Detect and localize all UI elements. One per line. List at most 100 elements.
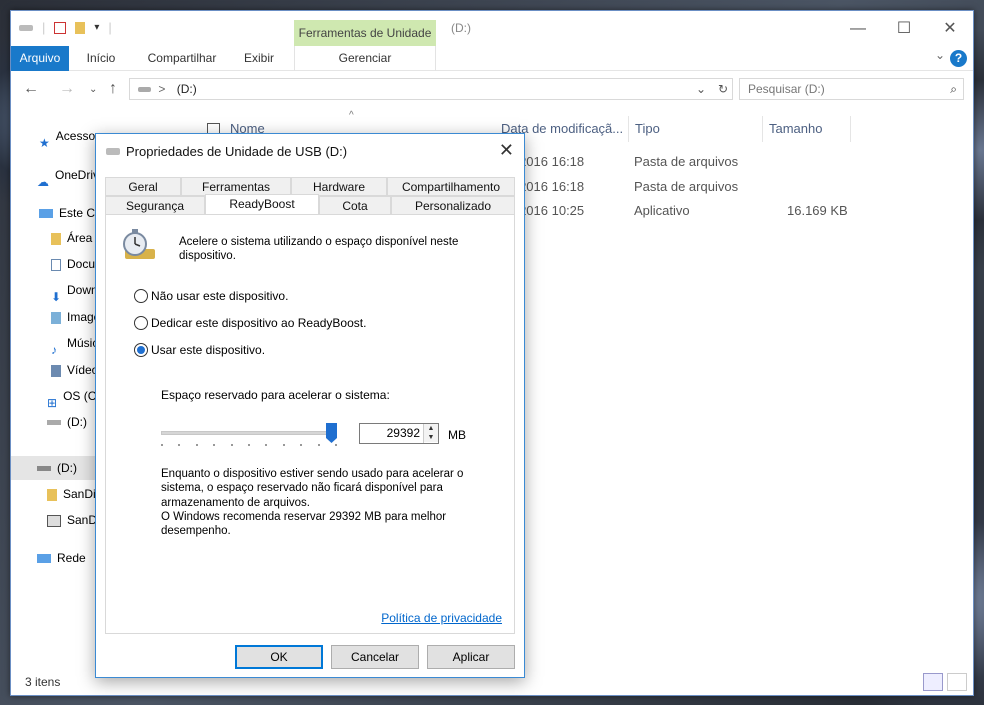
unit-label: MB	[448, 428, 466, 442]
sidebar-item-documents[interactable]: Documentos	[11, 252, 101, 276]
tab-inicio[interactable]: Início	[79, 46, 123, 71]
reserved-space-input[interactable]: 29392 ▲ ▼	[359, 423, 439, 444]
radio-do-not-use[interactable]: Não usar este dispositivo.	[134, 289, 288, 303]
tab-gerenciar[interactable]: Gerenciar	[294, 46, 436, 71]
spin-down-icon[interactable]: ▼	[424, 433, 438, 442]
spin-buttons: ▲ ▼	[423, 424, 438, 443]
sidebar-item-sandisk-app[interactable]: SanDisk	[11, 508, 101, 532]
address-row: ← → ⌄ ↑ > (D:) ⌄ ↻ Pesquisar (D:) ⌕	[11, 73, 973, 105]
column-size[interactable]: Tamanho	[763, 116, 851, 142]
drive-icon[interactable]	[19, 24, 33, 31]
sidebar-item-pictures[interactable]: Imagens	[11, 305, 101, 329]
document-icon	[51, 258, 61, 271]
address-separator: >	[158, 82, 166, 96]
tab-cota[interactable]: Cota	[319, 196, 391, 215]
radio-use-device[interactable]: Usar este dispositivo.	[134, 343, 265, 357]
tab-personalizado[interactable]: Personalizado	[391, 196, 515, 215]
radio-label: Usar este dispositivo.	[151, 343, 266, 357]
sidebar-item-videos[interactable]: Vídeos	[11, 358, 101, 382]
tab-seguranca[interactable]: Segurança	[105, 196, 205, 215]
slider-tick	[195, 444, 198, 446]
cancel-button[interactable]: Cancelar	[331, 645, 419, 669]
dialog-close-icon[interactable]: ✕	[499, 140, 514, 161]
dialog-tabs: Geral Ferramentas Hardware Compartilhame…	[105, 177, 515, 215]
note-line: Enquanto o dispositivo estiver sendo usa…	[161, 468, 464, 480]
apply-button[interactable]: Aplicar	[427, 645, 515, 669]
radio-label: Dedicar este dispositivo ao ReadyBoost.	[151, 316, 367, 330]
usb-drive-icon	[106, 148, 120, 155]
up-icon[interactable]: ↑	[109, 80, 117, 98]
readyboost-panel: Acelere o sistema utilizando o espaço di…	[105, 214, 515, 634]
reserved-space-slider[interactable]	[161, 431, 337, 435]
view-toggle	[923, 673, 967, 691]
tab-compartilhamento[interactable]: Compartilhamento	[387, 177, 515, 196]
readyboost-note: Enquanto o dispositivo estiver sendo usa…	[161, 467, 491, 538]
sidebar-item-os-c[interactable]: ⊞ OS (C:)	[11, 384, 101, 408]
recent-locations-icon[interactable]: ⌄	[89, 84, 97, 95]
radio-button[interactable]	[134, 343, 148, 357]
sidebar-item-music[interactable]: ♪Músicas	[11, 331, 101, 355]
image-icon	[51, 311, 61, 324]
sidebar-item-this-pc[interactable]: Este Computador	[11, 201, 101, 225]
tab-compartilhar[interactable]: Compartilhar	[139, 46, 225, 71]
tab-arquivo[interactable]: Arquivo	[11, 46, 69, 71]
radio-button[interactable]	[134, 316, 148, 330]
help-icon[interactable]: ?	[950, 50, 967, 67]
slider-tick	[178, 444, 181, 446]
slider-tick	[335, 444, 337, 446]
maximize-button[interactable]: ☐	[881, 11, 927, 46]
usb-properties-dialog: Propriedades de Unidade de USB (D:) ✕ Ge…	[95, 133, 525, 678]
forward-icon[interactable]: →	[59, 80, 75, 98]
sidebar-item-label: (D:)	[67, 415, 87, 429]
sidebar-item-downloads[interactable]: ⬇Downloads	[11, 278, 101, 302]
sidebar-item-desktop[interactable]: Área de Trabalho	[11, 226, 101, 250]
sidebar-item-label: Rede	[57, 551, 86, 565]
customize-toolbar-icon[interactable]: ▾	[94, 22, 99, 33]
sidebar-item-sandisk-folder[interactable]: SanDisk	[11, 482, 101, 506]
privacy-link[interactable]: Política de privacidade	[381, 611, 502, 625]
large-icons-view-button[interactable]	[947, 673, 967, 691]
ribbon-collapse-icon[interactable]: ⌄	[935, 48, 945, 62]
navigation-pane: ★Acesso rápido ☁OneDrive Este Computador…	[11, 116, 101, 676]
address-bar[interactable]: > (D:) ⌄ ↻	[129, 78, 733, 100]
status-bar-item-count: 3 itens	[25, 675, 61, 689]
column-type[interactable]: Tipo	[629, 116, 763, 142]
radio-dedicate[interactable]: Dedicar este dispositivo ao ReadyBoost.	[134, 316, 366, 330]
back-icon[interactable]: ←	[23, 80, 39, 98]
sidebar-item-quick-access[interactable]: ★Acesso rápido	[11, 124, 101, 148]
readyboost-stopwatch-icon	[123, 229, 155, 259]
note-line: armazenamento de arquivos.	[161, 496, 310, 509]
window-title: (D:)	[451, 21, 471, 35]
sidebar-item-usb-d-root[interactable]: (D:)	[11, 456, 101, 480]
radio-button[interactable]	[134, 289, 148, 303]
slider-tick	[317, 444, 320, 446]
ok-button[interactable]: OK	[235, 645, 323, 669]
slider-thumb[interactable]	[326, 423, 337, 443]
sidebar-item-usb-d[interactable]: (D:)	[11, 410, 101, 434]
properties-icon[interactable]	[54, 21, 67, 34]
slider-tick	[300, 444, 303, 446]
row-type: Pasta de arquivos	[634, 179, 739, 194]
close-button[interactable]: ✕	[927, 11, 973, 46]
star-icon: ★	[39, 135, 50, 148]
address-dropdown-icon[interactable]: ⌄	[696, 79, 706, 99]
spin-up-icon[interactable]: ▲	[424, 424, 438, 433]
new-folder-icon[interactable]	[75, 21, 86, 34]
refresh-icon[interactable]: ↻	[718, 79, 728, 99]
sidebar-item-label: (D:)	[57, 461, 77, 475]
tab-readyboost[interactable]: ReadyBoost	[205, 194, 319, 215]
slider-tick	[248, 444, 250, 446]
tab-geral[interactable]: Geral	[105, 177, 181, 196]
minimize-button[interactable]: —	[835, 11, 881, 46]
sidebar-item-onedrive[interactable]: ☁ OneDrive	[11, 163, 101, 187]
folder-icon	[51, 232, 61, 245]
search-icon: ⌕	[950, 82, 957, 96]
details-view-button[interactable]	[923, 673, 943, 691]
slider-tick	[230, 444, 233, 446]
search-input[interactable]: Pesquisar (D:) ⌕	[739, 78, 964, 100]
disk-icon: ⊞	[47, 395, 58, 408]
slider-ticks	[161, 444, 337, 448]
tab-exibir[interactable]: Exibir	[237, 46, 281, 71]
reserved-space-label: Espaço reservado para acelerar o sistema…	[161, 388, 390, 402]
sidebar-item-network[interactable]: Rede	[11, 546, 101, 570]
